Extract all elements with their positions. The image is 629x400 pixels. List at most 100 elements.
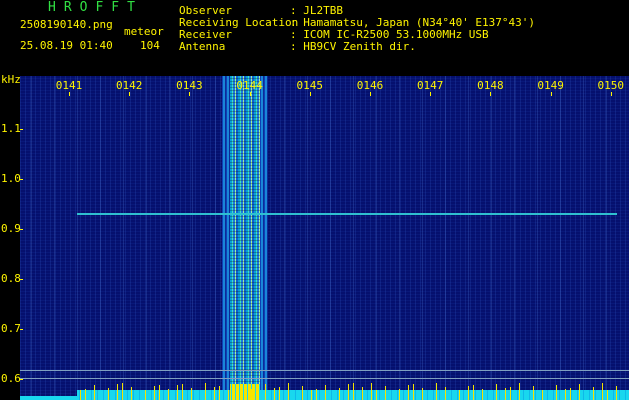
- noise-floor-spike: [376, 390, 377, 400]
- noise-floor-spike: [168, 389, 169, 400]
- noise-floor-spike: [436, 383, 437, 400]
- x-tick-label: 0144: [236, 79, 263, 92]
- noise-floor-spike: [579, 384, 580, 400]
- noise-floor-spike: [131, 387, 132, 400]
- reference-line-upper: [20, 370, 629, 371]
- noise-floor-spike: [191, 388, 192, 400]
- noise-floor-spike: [256, 388, 257, 400]
- meteor-count-value: 104: [140, 39, 160, 52]
- y-tick-mark: [20, 129, 23, 130]
- noise-floor-spike: [279, 387, 280, 400]
- noise-floor-spike: [510, 387, 511, 400]
- header-panel: HROFFT 2508190140.png 25.08.19 01:40 met…: [0, 0, 629, 75]
- noise-floor-spike: [302, 386, 303, 400]
- noise-floor-spike: [593, 387, 594, 400]
- noise-floor-spike: [228, 390, 229, 400]
- noise-floor-spike: [316, 389, 317, 400]
- noise-floor-spike: [274, 388, 275, 400]
- x-tick-mark: [309, 92, 311, 96]
- x-tick-mark: [430, 92, 432, 96]
- noise-floor-spike: [445, 387, 446, 400]
- capture-filename: 2508190140.png: [20, 18, 113, 31]
- spectrogram-plot: [20, 76, 629, 400]
- noise-floor-spike: [251, 389, 252, 400]
- y-tick-label: 1.0: [1, 172, 21, 185]
- x-tick-mark: [189, 92, 191, 96]
- x-tick-mark: [249, 92, 251, 96]
- x-tick-mark: [610, 92, 612, 96]
- noise-floor-spike: [205, 383, 206, 400]
- noise-floor-spike: [311, 390, 312, 400]
- noise-floor-spike: [519, 383, 520, 400]
- signal-band-edge-right: [260, 76, 268, 400]
- noise-floor-spike: [348, 384, 349, 400]
- x-tick-label: 0142: [115, 79, 143, 92]
- noise-floor-spike: [265, 384, 266, 400]
- y-tick-mark: [20, 379, 23, 380]
- y-tick-label: 0.9: [1, 222, 21, 235]
- noise-floor-spike: [288, 383, 289, 400]
- noise-floor-spike: [616, 386, 617, 400]
- reference-line-lower: [20, 378, 629, 379]
- noise-floor-spike: [422, 388, 423, 400]
- noise-floor-spike: [602, 383, 603, 400]
- noise-floor-spike: [325, 385, 326, 400]
- noise-floor-spike: [242, 385, 243, 400]
- x-tick-mark: [490, 92, 492, 96]
- x-tick-label: 0149: [537, 79, 564, 92]
- y-tick-mark: [20, 179, 23, 180]
- y-axis-unit: kHz: [1, 73, 21, 86]
- x-tick-mark: [370, 92, 371, 96]
- x-tick-label: 0146: [356, 79, 384, 92]
- noise-floor-spike: [108, 388, 109, 400]
- noise-floor-spike: [570, 388, 571, 400]
- noise-floor-spike: [117, 384, 118, 400]
- y-tick-mark: [20, 329, 23, 330]
- x-tick-mark: [69, 92, 70, 96]
- y-tick-mark: [20, 229, 23, 230]
- x-tick-label: 0141: [55, 79, 83, 92]
- noise-floor-spike: [85, 389, 86, 400]
- noise-floor-spike: [362, 387, 363, 400]
- noise-floor-spike: [542, 390, 543, 400]
- capture-datetime: 25.08.19 01:40: [20, 39, 113, 52]
- noise-floor-spike: [413, 384, 414, 400]
- y-tick-label: 0.6: [1, 372, 21, 385]
- noise-floor-spike: [565, 389, 566, 400]
- x-tick-label: 0145: [296, 79, 324, 92]
- noise-floor-spike: [159, 385, 160, 400]
- noise-floor-spike: [468, 386, 469, 400]
- signal-band: [230, 76, 260, 400]
- x-tick-label: 0143: [176, 79, 203, 92]
- x-tick-mark: [129, 92, 131, 96]
- noise-floor-spike: [533, 386, 534, 400]
- meteor-count-label: meteor: [124, 25, 164, 38]
- noise-floor-spike: [505, 388, 506, 400]
- noise-floor-spike: [353, 383, 354, 400]
- noise-floor-spike: [385, 386, 386, 400]
- x-tick-mark: [550, 92, 552, 96]
- x-tick-label: 0147: [416, 79, 444, 92]
- noise-floor-spike: [459, 390, 460, 400]
- noise-floor-spike: [219, 386, 220, 400]
- antenna-value: : HB9CV Zenith dir.: [290, 40, 416, 53]
- signal-band-edge-left: [222, 76, 230, 400]
- noise-floor-spike: [399, 389, 400, 400]
- noise-floor-spike: [214, 387, 215, 400]
- y-tick-label: 0.7: [1, 322, 21, 335]
- noise-floor-spike: [339, 388, 340, 400]
- noise-floor-spike: [482, 389, 483, 400]
- noise-floor-spike: [473, 385, 474, 400]
- y-tick-label: 1.1: [1, 122, 21, 135]
- noise-floor-spike: [371, 383, 372, 400]
- noise-floor-spike: [154, 386, 155, 400]
- noise-floor-spike: [408, 385, 409, 400]
- noise-floor-left: [20, 396, 77, 400]
- noise-floor-spike: [607, 390, 608, 400]
- y-tick-mark: [20, 279, 23, 280]
- noise-floor-spike: [122, 383, 123, 400]
- noise-floor-spike: [496, 384, 497, 400]
- noise-floor-spike: [182, 384, 183, 400]
- app-title: HROFFT: [48, 0, 143, 15]
- noise-floor-spike: [94, 385, 95, 400]
